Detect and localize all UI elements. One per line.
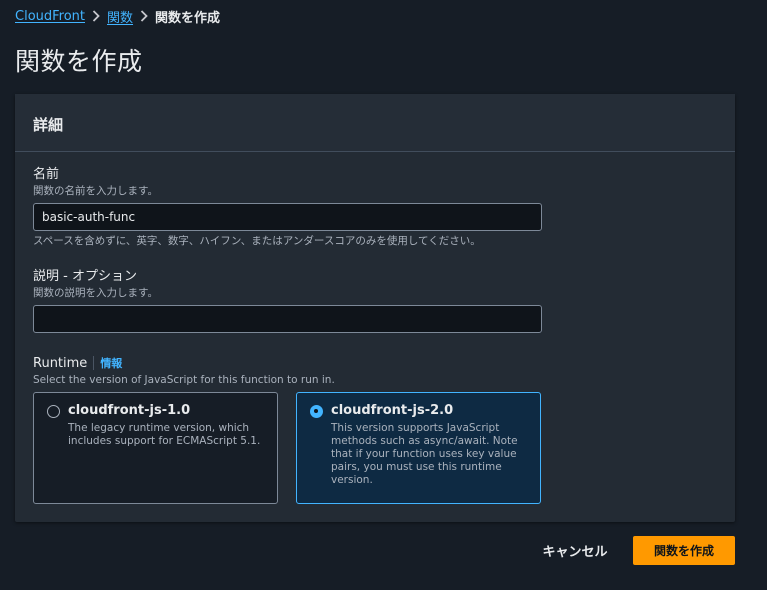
- runtime-options: cloudfront-js-1.0 The legacy runtime ver…: [33, 392, 541, 504]
- runtime-option-description: The legacy runtime version, which includ…: [68, 422, 261, 447]
- details-panel-title: 詳細: [33, 116, 64, 134]
- create-function-button[interactable]: 関数を作成: [633, 536, 735, 565]
- runtime-option-js-1[interactable]: cloudfront-js-1.0 The legacy runtime ver…: [33, 392, 278, 504]
- name-constraint-hint: スペースを含めずに、英字、数字、ハイフン、またはアンダースコアのみを使用してくだ…: [33, 235, 481, 247]
- breadcrumb-link-functions[interactable]: 関数: [107, 7, 133, 26]
- breadcrumb: CloudFront 関数 関数を作成: [15, 6, 220, 26]
- name-field: 名前 関数の名前を入力します。 スペースを含めずに、英字、数字、ハイフン、または…: [33, 167, 542, 248]
- divider: [93, 356, 95, 370]
- radio-button[interactable]: [47, 405, 60, 418]
- breadcrumb-link-cloudfront[interactable]: CloudFront: [15, 9, 85, 24]
- description-label: 説明 - オプション: [33, 269, 137, 284]
- description-description: 関数の説明を入力します。: [33, 287, 158, 299]
- radio-button-selected[interactable]: [310, 405, 323, 418]
- runtime-label: Runtime: [33, 355, 88, 371]
- runtime-option-js-2[interactable]: cloudfront-js-2.0 This version supports …: [296, 392, 541, 504]
- breadcrumb-current: 関数を作成: [155, 10, 221, 26]
- runtime-option-title: cloudfront-js-1.0: [68, 403, 191, 418]
- runtime-option-title: cloudfront-js-2.0: [331, 403, 454, 418]
- runtime-info-link[interactable]: 情報: [100, 355, 122, 371]
- runtime-field: Runtime 情報 Select the version of JavaScr…: [33, 355, 335, 387]
- chevron-right-icon: [133, 10, 155, 22]
- name-input[interactable]: [33, 203, 542, 231]
- name-label: 名前: [33, 167, 60, 182]
- runtime-option-description: This version supports JavaScript methods…: [331, 422, 518, 486]
- cancel-button[interactable]: キャンセル: [533, 536, 617, 564]
- page-title: 関数を作成: [15, 47, 143, 76]
- details-panel: 詳細 名前 関数の名前を入力します。 スペースを含めずに、英字、数字、ハイフン、…: [15, 94, 735, 522]
- runtime-description: Select the version of JavaScript for thi…: [33, 374, 335, 386]
- description-input[interactable]: [33, 305, 542, 333]
- chevron-right-icon: [85, 10, 107, 22]
- runtime-option-content: cloudfront-js-2.0 This version supports …: [331, 403, 528, 503]
- details-panel-header: 詳細: [15, 94, 735, 152]
- runtime-option-content: cloudfront-js-1.0 The legacy runtime ver…: [68, 403, 265, 503]
- description-field: 説明 - オプション 関数の説明を入力します。: [33, 269, 542, 333]
- runtime-label-row: Runtime 情報: [33, 355, 335, 371]
- name-description: 関数の名前を入力します。: [33, 185, 158, 197]
